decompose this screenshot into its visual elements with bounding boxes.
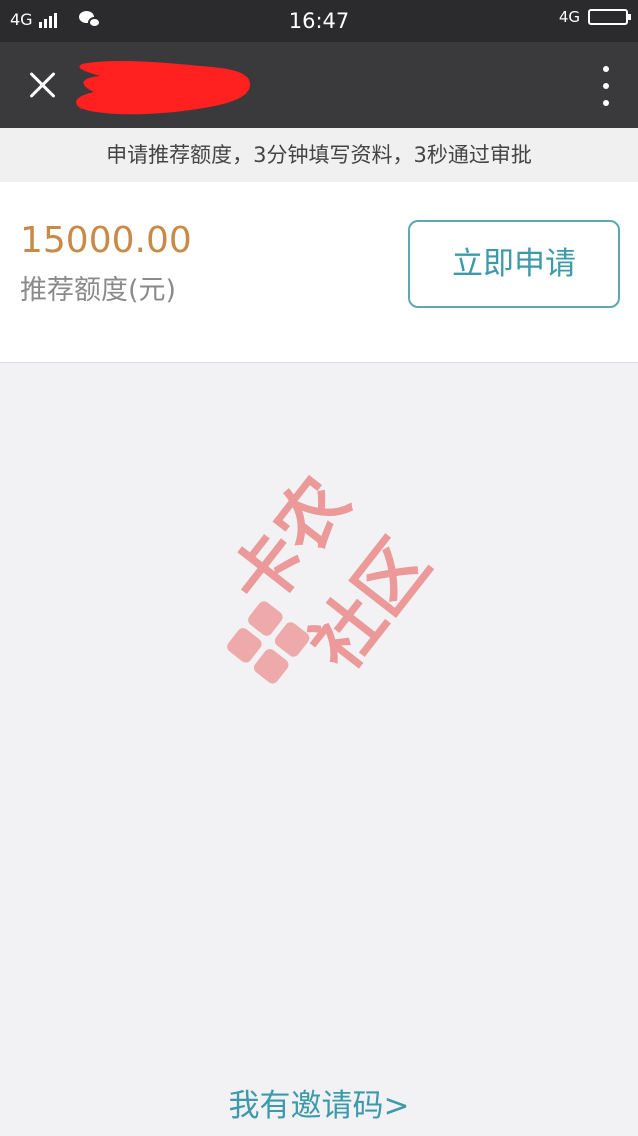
network-type-right: 4G [558, 8, 580, 26]
apply-now-button[interactable]: 立即申请 [408, 220, 620, 308]
status-time: 16:47 [288, 9, 350, 33]
offer-card: 15000.00 推荐额度(元) 立即申请 [0, 182, 638, 363]
nav-bar [0, 42, 638, 128]
battery-icon [588, 9, 631, 25]
status-bar: 4G 16:47 4G [0, 0, 638, 42]
notice-banner: 申请推荐额度，3分钟填写资料，3秒通过审批 [0, 128, 638, 182]
close-icon[interactable] [20, 64, 64, 108]
recommended-amount: 15000.00 [20, 220, 192, 261]
watermark: 卡农社区 [215, 435, 446, 695]
invite-code-link[interactable]: 我有邀请码> [0, 1080, 638, 1125]
more-vertical-icon[interactable] [602, 66, 610, 106]
status-right: 4G [558, 8, 631, 26]
redacted-title [76, 60, 251, 115]
amount-label: 推荐额度(元) [20, 275, 177, 306]
watermark-logo-icon [224, 598, 312, 688]
